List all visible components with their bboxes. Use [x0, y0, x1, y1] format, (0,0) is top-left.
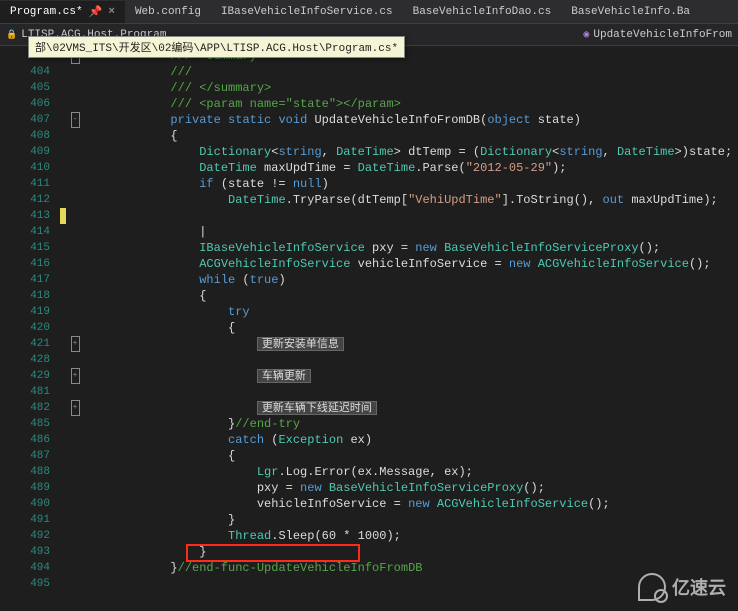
code-line[interactable]: 车辆更新	[84, 368, 738, 384]
line-number: 404	[0, 64, 50, 80]
method-icon: ◉	[583, 30, 589, 41]
line-number: 417	[0, 272, 50, 288]
file-path-tooltip: 部\02VMS_ITS\开发区\02编码\APP\LTISP.ACG.Host\…	[28, 36, 405, 58]
line-number: 412	[0, 192, 50, 208]
code-line[interactable]: |	[84, 224, 738, 240]
collapsed-region[interactable]: 更新安装单信息	[257, 337, 344, 351]
code-line[interactable]: /// <param name="state"></param>	[84, 96, 738, 112]
code-line[interactable]	[84, 208, 738, 224]
code-line[interactable]: {	[84, 128, 738, 144]
code-line[interactable]: 更新安装单信息	[84, 336, 738, 352]
code-line[interactable]: ///	[84, 64, 738, 80]
line-number: 418	[0, 288, 50, 304]
line-number: 485	[0, 416, 50, 432]
line-number: 429	[0, 368, 50, 384]
tab-label: BaseVehicleInfoDao.cs	[413, 6, 552, 18]
line-number: 414	[0, 224, 50, 240]
code-line[interactable]: /// </summary>	[84, 80, 738, 96]
code-line[interactable]: ACGVehicleInfoService vehicleInfoService…	[84, 256, 738, 272]
tab-label: BaseVehicleInfo.Ba	[571, 6, 690, 18]
fold-toggle[interactable]: -	[71, 112, 80, 128]
fold-toggle[interactable]: +	[71, 336, 80, 352]
tab-label: Program.cs*	[10, 6, 83, 18]
line-number: 421	[0, 336, 50, 352]
line-number-gutter: 4034044054064074084094104114124134144154…	[0, 46, 60, 611]
line-number: 428	[0, 352, 50, 368]
watermark: 亿速云	[638, 573, 726, 601]
lock-icon: 🔒	[6, 30, 17, 40]
code-line[interactable]: Lgr.Log.Error(ex.Message, ex);	[84, 464, 738, 480]
collapsed-region[interactable]: 车辆更新	[257, 369, 311, 383]
line-number: 415	[0, 240, 50, 256]
line-number: 494	[0, 560, 50, 576]
line-number: 490	[0, 496, 50, 512]
tab-web-config[interactable]: Web.config	[125, 2, 211, 22]
code-line[interactable]: private static void UpdateVehicleInfoFro…	[84, 112, 738, 128]
code-line[interactable]: }	[84, 512, 738, 528]
tab-bar: Program.cs* 📌 × Web.config IBaseVehicleI…	[0, 0, 738, 24]
code-line[interactable]: Dictionary<string, DateTime> dtTemp = (D…	[84, 144, 738, 160]
line-number: 410	[0, 160, 50, 176]
code-line[interactable]: Thread.Sleep(60 * 1000);	[84, 528, 738, 544]
code-line[interactable]: DateTime.TryParse(dtTemp["VehiUpdTime"].…	[84, 192, 738, 208]
line-number: 420	[0, 320, 50, 336]
code-line[interactable]: {	[84, 320, 738, 336]
fold-column: --+++	[66, 46, 84, 611]
fold-toggle[interactable]: +	[71, 400, 80, 416]
line-number: 491	[0, 512, 50, 528]
line-number: 407	[0, 112, 50, 128]
code-line[interactable]: catch (Exception ex)	[84, 432, 738, 448]
nav-right[interactable]: ◉ UpdateVehicleInfoFrom	[583, 29, 732, 41]
code-line[interactable]: if (state != null)	[84, 176, 738, 192]
line-number: 492	[0, 528, 50, 544]
code-line[interactable]: {	[84, 448, 738, 464]
tab-label: IBaseVehicleInfoService.cs	[221, 6, 393, 18]
line-number: 482	[0, 400, 50, 416]
collapsed-region[interactable]: 更新车辆下线延迟时间	[257, 401, 377, 415]
line-number: 488	[0, 464, 50, 480]
line-number: 489	[0, 480, 50, 496]
code-line[interactable]: }//end-try	[84, 416, 738, 432]
line-number: 405	[0, 80, 50, 96]
line-number: 419	[0, 304, 50, 320]
line-number: 413	[0, 208, 50, 224]
watermark-text: 亿速云	[672, 574, 726, 600]
code-line[interactable]: vehicleInfoService = new ACGVehicleInfoS…	[84, 496, 738, 512]
code-line[interactable]: {	[84, 288, 738, 304]
line-number: 411	[0, 176, 50, 192]
line-number: 481	[0, 384, 50, 400]
line-number: 493	[0, 544, 50, 560]
close-icon[interactable]: ×	[108, 6, 115, 18]
pin-icon[interactable]: 📌	[89, 5, 103, 19]
code-line[interactable]: try	[84, 304, 738, 320]
code-line[interactable]: pxy = new BaseVehicleInfoServiceProxy();	[84, 480, 738, 496]
line-number: 487	[0, 448, 50, 464]
code-line[interactable]	[84, 384, 738, 400]
code-line[interactable]: 更新车辆下线延迟时间	[84, 400, 738, 416]
line-number: 408	[0, 128, 50, 144]
code-area[interactable]: /// <summary> /// /// </summary> /// <pa…	[84, 46, 738, 611]
tab-label: Web.config	[135, 6, 201, 18]
code-line[interactable]: }	[84, 544, 738, 560]
code-line[interactable]	[84, 352, 738, 368]
line-number: 495	[0, 576, 50, 592]
tab-basevehicleinfo[interactable]: BaseVehicleInfo.Ba	[561, 2, 700, 22]
tab-ibasevehicleinfoservice[interactable]: IBaseVehicleInfoService.cs	[211, 2, 403, 22]
nav-member-dropdown[interactable]: UpdateVehicleInfoFrom	[593, 29, 732, 41]
code-line[interactable]: while (true)	[84, 272, 738, 288]
line-number: 409	[0, 144, 50, 160]
fold-toggle[interactable]: +	[71, 368, 80, 384]
code-editor[interactable]: 4034044054064074084094104114124134144154…	[0, 46, 738, 611]
code-line[interactable]: IBaseVehicleInfoService pxy = new BaseVe…	[84, 240, 738, 256]
line-number: 416	[0, 256, 50, 272]
code-line[interactable]: DateTime maxUpdTime = DateTime.Parse("20…	[84, 160, 738, 176]
tab-program-cs[interactable]: Program.cs* 📌 ×	[0, 1, 125, 23]
tab-basevehicleinfodao[interactable]: BaseVehicleInfoDao.cs	[403, 2, 562, 22]
watermark-logo-icon	[638, 573, 666, 601]
line-number: 406	[0, 96, 50, 112]
line-number: 486	[0, 432, 50, 448]
